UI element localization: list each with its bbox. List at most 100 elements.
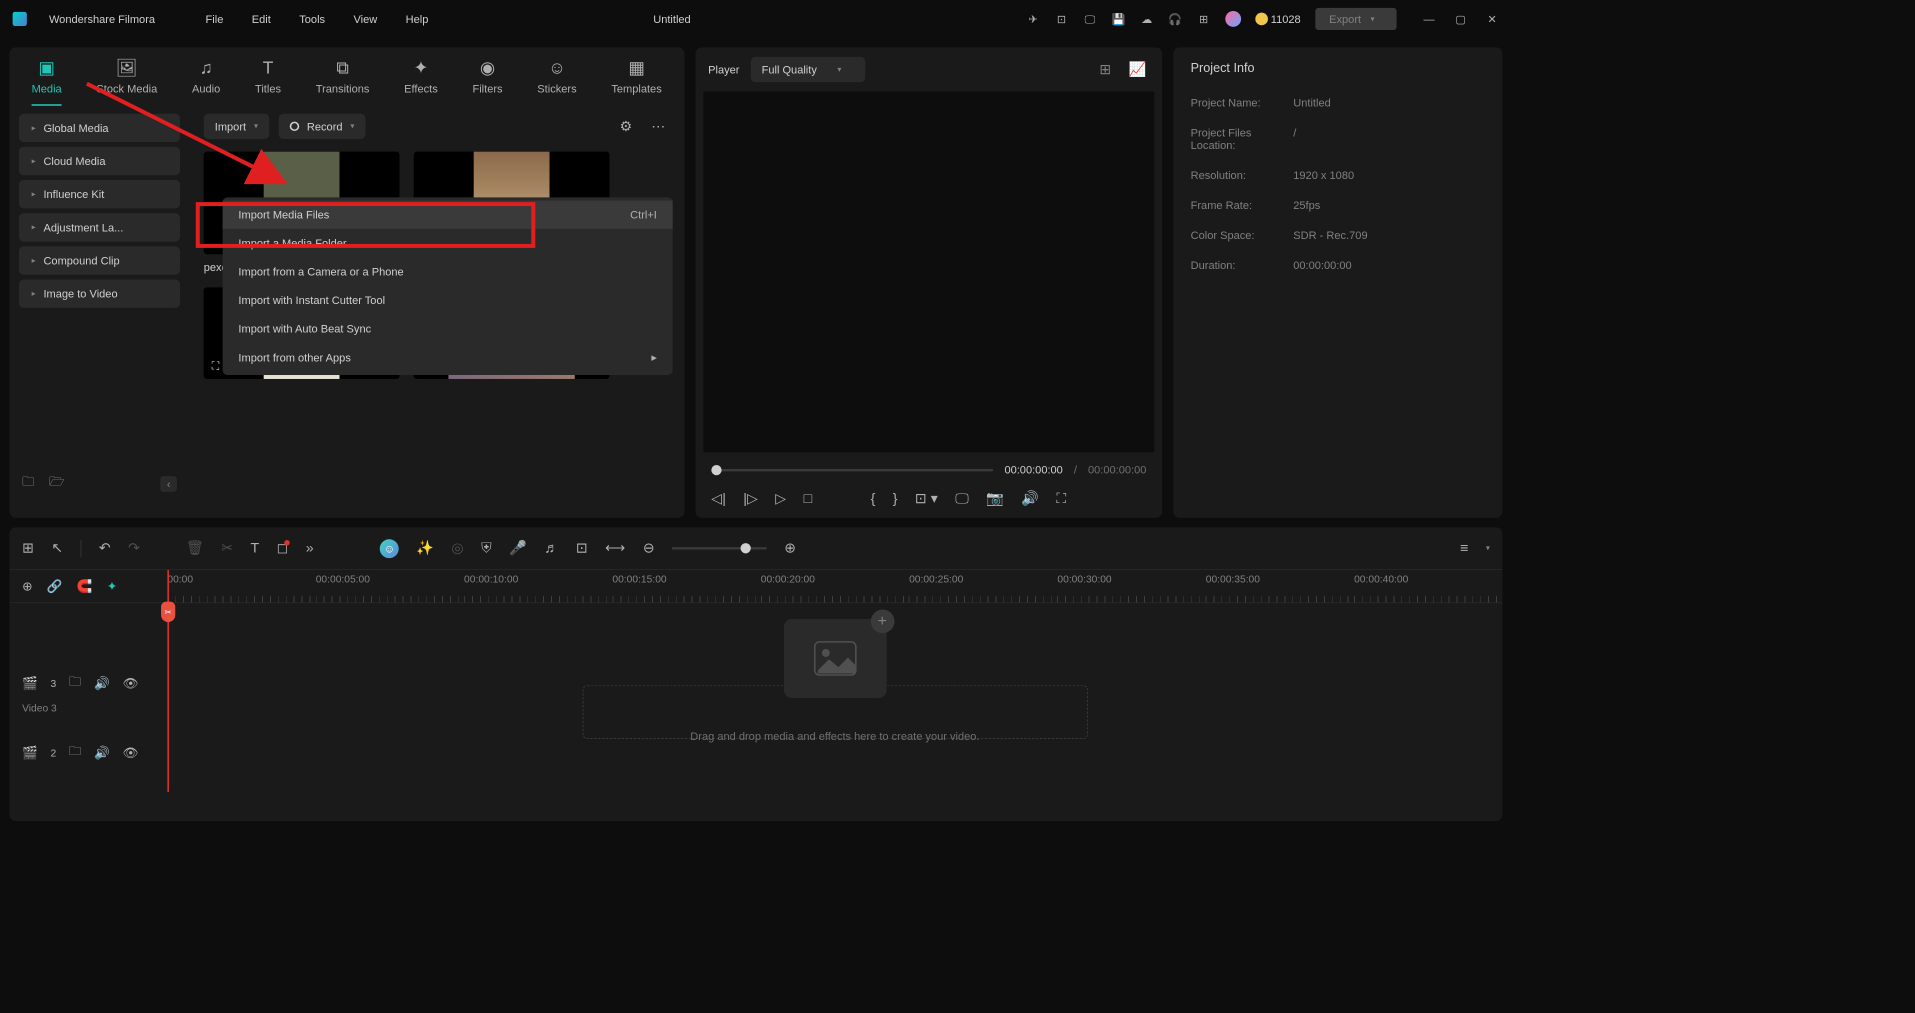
chevron-down-icon[interactable]: ▾ [1486, 544, 1490, 553]
filter-icon[interactable]: ⚙ [615, 118, 637, 135]
undo-icon[interactable]: ↶ [99, 540, 111, 557]
sidebar-item-adjustment-layer[interactable]: ▸Adjustment La... [19, 213, 180, 241]
crop-icon[interactable]: ◻ [277, 540, 289, 557]
cloud-icon[interactable]: ☁ [1140, 12, 1154, 26]
sidebar-item-compound-clip[interactable]: ▸Compound Clip [19, 246, 180, 274]
text-icon[interactable]: T [251, 540, 260, 557]
menu-edit[interactable]: Edit [252, 13, 271, 26]
tab-stickers[interactable]: ☺Stickers [537, 58, 576, 105]
zoom-slider[interactable] [672, 547, 767, 549]
target-icon[interactable]: ◎ [451, 540, 463, 557]
folder-icon[interactable]: 🗀 [69, 742, 82, 763]
expand-icon[interactable]: ⛶ [212, 359, 220, 372]
tab-titles[interactable]: TTitles [255, 58, 281, 105]
save-icon[interactable]: 💾 [1111, 12, 1125, 26]
headset-icon[interactable]: 🎧 [1168, 12, 1182, 26]
monitor-icon[interactable]: 🖵 [1083, 12, 1097, 26]
prev-frame-icon[interactable]: ◁| [711, 490, 726, 507]
sidebar-item-global-media[interactable]: ▸Global Media [19, 114, 180, 142]
player-viewport[interactable] [703, 92, 1154, 453]
timeline-ruler[interactable]: ✂ 00:00 00:00:05:00 00:00:10:00 00:00:15… [167, 570, 1502, 602]
volume-icon[interactable]: 🔊 [94, 675, 110, 691]
graph-icon[interactable]: 📈 [1126, 61, 1150, 78]
fit-icon[interactable]: ⟷ [605, 540, 625, 557]
apps-icon[interactable]: ⊞ [1197, 12, 1211, 26]
ai-icon[interactable]: ☺ [380, 539, 399, 558]
magnet-icon[interactable]: 🧲 [77, 578, 93, 594]
tab-audio[interactable]: ♫Audio [192, 58, 220, 105]
redo-icon[interactable]: ↷ [128, 540, 140, 557]
maximize-icon[interactable]: ▢ [1453, 12, 1467, 26]
sidebar-item-influence-kit[interactable]: ▸Influence Kit [19, 180, 180, 208]
sidebar-item-image-to-video[interactable]: ▸Image to Video [19, 279, 180, 307]
dropdown-import-media-files[interactable]: Import Media Files Ctrl+I [223, 201, 673, 229]
minimize-icon[interactable]: — [1422, 12, 1436, 26]
zoom-in-icon[interactable]: ⊕ [784, 540, 796, 557]
export-button[interactable]: Export ▾ [1315, 8, 1397, 30]
folder-icon[interactable]: 🗁 [49, 473, 65, 494]
marker-icon[interactable]: ✦ [107, 578, 118, 594]
volume-icon[interactable]: 🔊 [1021, 490, 1039, 507]
seek-handle[interactable] [711, 465, 721, 475]
import-button[interactable]: Import ▾ [204, 114, 269, 139]
dropdown-import-instant-cutter[interactable]: Import with Instant Cutter Tool [223, 286, 673, 314]
ratio-icon[interactable]: ⊡ ▾ [915, 490, 938, 507]
eye-icon[interactable]: 👁 [122, 675, 138, 691]
cut-icon[interactable]: ✂ [221, 540, 233, 557]
zoom-out-icon[interactable]: ⊖ [643, 540, 655, 557]
delete-icon[interactable]: 🗑 [186, 540, 204, 557]
playhead-handle[interactable]: ✂ [161, 602, 175, 623]
play-icon[interactable]: ▷ [775, 490, 786, 507]
eye-icon[interactable]: 👁 [122, 745, 138, 761]
send-icon[interactable]: ✈ [1026, 12, 1040, 26]
sidebar-item-cloud-media[interactable]: ▸Cloud Media [19, 147, 180, 175]
volume-icon[interactable]: 🔊 [94, 745, 110, 761]
enhance-icon[interactable]: ✨ [416, 540, 434, 557]
zoom-handle[interactable] [741, 543, 751, 553]
mic-icon[interactable]: 🎤 [509, 540, 527, 557]
timeline-tracks[interactable]: + Drag and drop media and effects here t… [167, 603, 1502, 821]
tab-media[interactable]: ▣Media [32, 58, 62, 105]
menu-tools[interactable]: Tools [299, 13, 325, 26]
close-icon[interactable]: ✕ [1485, 12, 1499, 26]
music-icon[interactable]: ♬ [544, 540, 558, 557]
next-frame-icon[interactable]: |▷ [743, 490, 758, 507]
track-settings-icon[interactable]: ≡ [1460, 540, 1468, 557]
snapshot-icon[interactable]: 📷 [986, 490, 1004, 507]
tab-filters[interactable]: ◉Filters [472, 58, 502, 105]
user-avatar[interactable] [1225, 11, 1241, 27]
tab-stock-media[interactable]: 🖼Stock Media [96, 58, 157, 105]
more-tools-icon[interactable]: » [306, 540, 314, 557]
screen-rec-icon[interactable]: ⊡ [1054, 12, 1068, 26]
folder-icon[interactable]: 🗀 [69, 673, 82, 694]
coins-balance[interactable]: 11028 [1255, 13, 1301, 26]
tab-effects[interactable]: ✦Effects [404, 58, 438, 105]
collapse-sidebar-button[interactable]: ‹ [161, 476, 177, 492]
mark-in-icon[interactable]: { [871, 490, 876, 507]
shield-icon[interactable]: ⛨ [481, 540, 492, 557]
dropdown-import-camera-phone[interactable]: Import from a Camera or a Phone [223, 257, 673, 285]
layout-icon[interactable]: ⊞ [1096, 61, 1114, 78]
fullscreen-icon[interactable]: ⛶ [1056, 490, 1066, 507]
dropdown-import-auto-beat-sync[interactable]: Import with Auto Beat Sync [223, 314, 673, 342]
sync-icon[interactable]: ⊡ [576, 540, 588, 557]
display-icon[interactable]: 🖵 [955, 490, 969, 507]
mark-out-icon[interactable]: } [893, 490, 898, 507]
cursor-icon[interactable]: ↖ [51, 540, 63, 557]
seek-bar[interactable] [711, 469, 993, 471]
track-header[interactable]: 🎬2 🗀 🔊 👁 [9, 736, 167, 770]
record-button[interactable]: Record ▾ [278, 114, 365, 139]
track-add-icon[interactable]: ⊕ [22, 578, 33, 594]
dropdown-import-other-apps[interactable]: Import from other Apps ▸ [223, 343, 673, 372]
new-folder-icon[interactable]: 🗀 [22, 473, 35, 494]
grid-icon[interactable]: ⊞ [22, 540, 34, 557]
more-icon[interactable]: ⋯ [647, 118, 671, 135]
stop-icon[interactable]: □ [804, 490, 813, 507]
link-icon[interactable]: 🔗 [47, 578, 63, 594]
tab-transitions[interactable]: ⧉Transitions [316, 58, 370, 105]
menu-file[interactable]: File [206, 13, 224, 26]
tab-templates[interactable]: ▦Templates [611, 58, 661, 105]
quality-select[interactable]: Full Quality ▾ [751, 57, 866, 82]
dropdown-import-media-folder[interactable]: Import a Media Folder [223, 229, 673, 257]
track-header[interactable]: 🎬3 🗀 🔊 👁 [9, 666, 167, 700]
